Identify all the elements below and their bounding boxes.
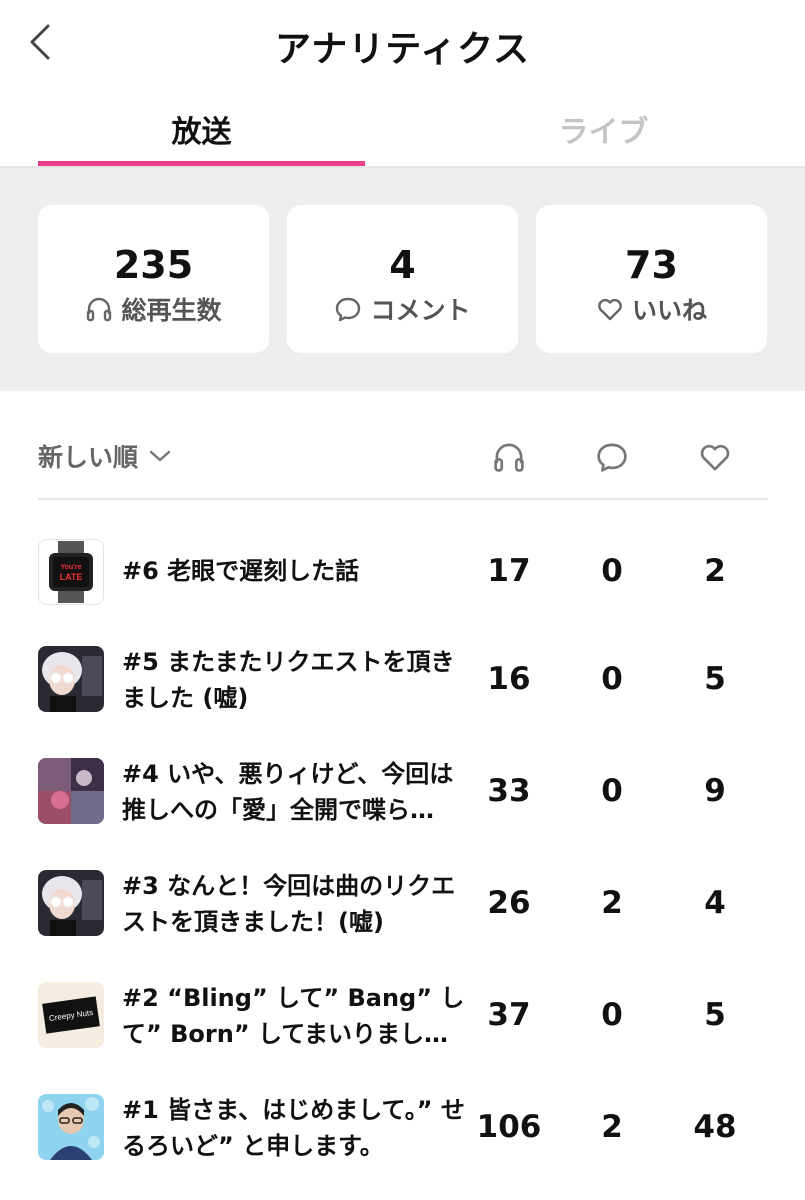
episode-title: #3 なんと！今回は曲のリクエストを頂きました！(嘘) bbox=[122, 872, 456, 936]
episode-thumbnail-watch: You're LATE bbox=[38, 539, 104, 605]
episode-title: #2 “Bling” して” Bang” して” Born” してまいりまし… bbox=[122, 984, 465, 1048]
episode-title: #4 いや、悪りィけど、今回は推しへの「愛」全開で喋ら… bbox=[122, 760, 454, 824]
comments-card: 4 コメント bbox=[287, 205, 518, 353]
header: アナリティクス bbox=[0, 0, 805, 90]
episode-comments: 0 bbox=[601, 661, 623, 697]
episode-row[interactable]: Creepy Nuts #2 “Bling” して” Bang” して” Bor… bbox=[38, 960, 768, 1070]
sort-dropdown[interactable]: 新しい順 bbox=[38, 438, 172, 474]
heart-icon bbox=[700, 444, 730, 471]
tab-bar: 放送 ライブ bbox=[0, 95, 805, 168]
comment-bubble-icon bbox=[336, 297, 361, 322]
tab-broadcast[interactable]: 放送 bbox=[38, 107, 365, 151]
total-plays-value: 235 bbox=[113, 243, 194, 287]
episode-likes: 2 bbox=[704, 553, 726, 589]
episode-plays: 16 bbox=[487, 661, 531, 697]
headphones-icon bbox=[87, 297, 112, 322]
comments-value: 4 bbox=[389, 243, 416, 287]
episode-plays: 26 bbox=[487, 885, 531, 921]
comments-label: コメント bbox=[370, 296, 471, 325]
episode-comments: 2 bbox=[601, 1109, 623, 1145]
episode-thumbnail-photo bbox=[38, 646, 104, 712]
episode-plays: 17 bbox=[487, 553, 531, 589]
episode-thumbnail-collage bbox=[38, 758, 104, 824]
likes-label-row: いいね bbox=[536, 291, 767, 327]
episode-likes: 9 bbox=[704, 773, 726, 809]
headphones-icon bbox=[494, 443, 524, 472]
episode-title: #6 老眼で遅刻した話 bbox=[122, 557, 360, 585]
svg-text:LATE: LATE bbox=[60, 572, 83, 582]
episode-likes: 4 bbox=[704, 885, 726, 921]
episode-comments: 0 bbox=[601, 553, 623, 589]
episode-row[interactable]: #1 皆さま、はじめまして。” せるろいど” と申します。 106 2 48 bbox=[38, 1072, 768, 1182]
episode-thumbnail-avatar bbox=[38, 1094, 104, 1160]
episode-row[interactable]: #4 いや、悪りィけど、今回は推しへの「愛」全開で喋ら… 33 0 9 bbox=[38, 736, 768, 846]
episode-comments: 0 bbox=[601, 773, 623, 809]
episode-row[interactable]: #5 またまたリクエストを頂きました (嘘) 16 0 5 bbox=[38, 624, 768, 734]
episode-likes: 5 bbox=[704, 661, 726, 697]
episode-likes: 5 bbox=[704, 997, 726, 1033]
episode-comments: 0 bbox=[601, 997, 623, 1033]
episode-comments: 2 bbox=[601, 885, 623, 921]
list-header: 新しい順 bbox=[38, 430, 768, 500]
svg-text:You're: You're bbox=[61, 564, 82, 571]
episode-title: #1 皆さま、はじめまして。” せるろいど” と申します。 bbox=[122, 1096, 465, 1160]
episode-likes: 48 bbox=[693, 1109, 737, 1145]
episode-row[interactable]: #3 なんと！今回は曲のリクエストを頂きました！(嘘) 26 2 4 bbox=[38, 848, 768, 958]
episode-plays: 33 bbox=[487, 773, 531, 809]
comment-bubble-icon bbox=[597, 443, 627, 472]
episode-thumbnail-creepy-nuts: Creepy Nuts bbox=[38, 982, 104, 1048]
episode-plays: 106 bbox=[476, 1109, 542, 1145]
active-tab-indicator bbox=[38, 161, 365, 166]
total-plays-label: 総再生数 bbox=[121, 296, 222, 325]
stats-summary: 235 総再生数 4 コメント 73 いいね bbox=[0, 168, 805, 391]
total-plays-label-row: 総再生数 bbox=[38, 291, 269, 327]
episode-thumbnail-photo bbox=[38, 870, 104, 936]
tab-live[interactable]: ライブ bbox=[440, 107, 767, 151]
page-title: アナリティクス bbox=[274, 29, 531, 70]
sort-label: 新しい順 bbox=[38, 443, 139, 472]
comments-label-row: コメント bbox=[287, 291, 518, 327]
episode-row[interactable]: You're LATE #6 老眼で遅刻した話 17 0 2 bbox=[38, 516, 768, 626]
likes-value: 73 bbox=[625, 243, 678, 287]
likes-label: いいね bbox=[631, 296, 707, 325]
chevron-down-icon bbox=[149, 450, 171, 462]
total-plays-card: 235 総再生数 bbox=[38, 205, 269, 353]
heart-icon bbox=[598, 298, 622, 321]
episode-title: #5 またまたリクエストを頂きました (嘘) bbox=[122, 648, 455, 712]
likes-card: 73 いいね bbox=[536, 205, 767, 353]
episode-plays: 37 bbox=[487, 997, 531, 1033]
